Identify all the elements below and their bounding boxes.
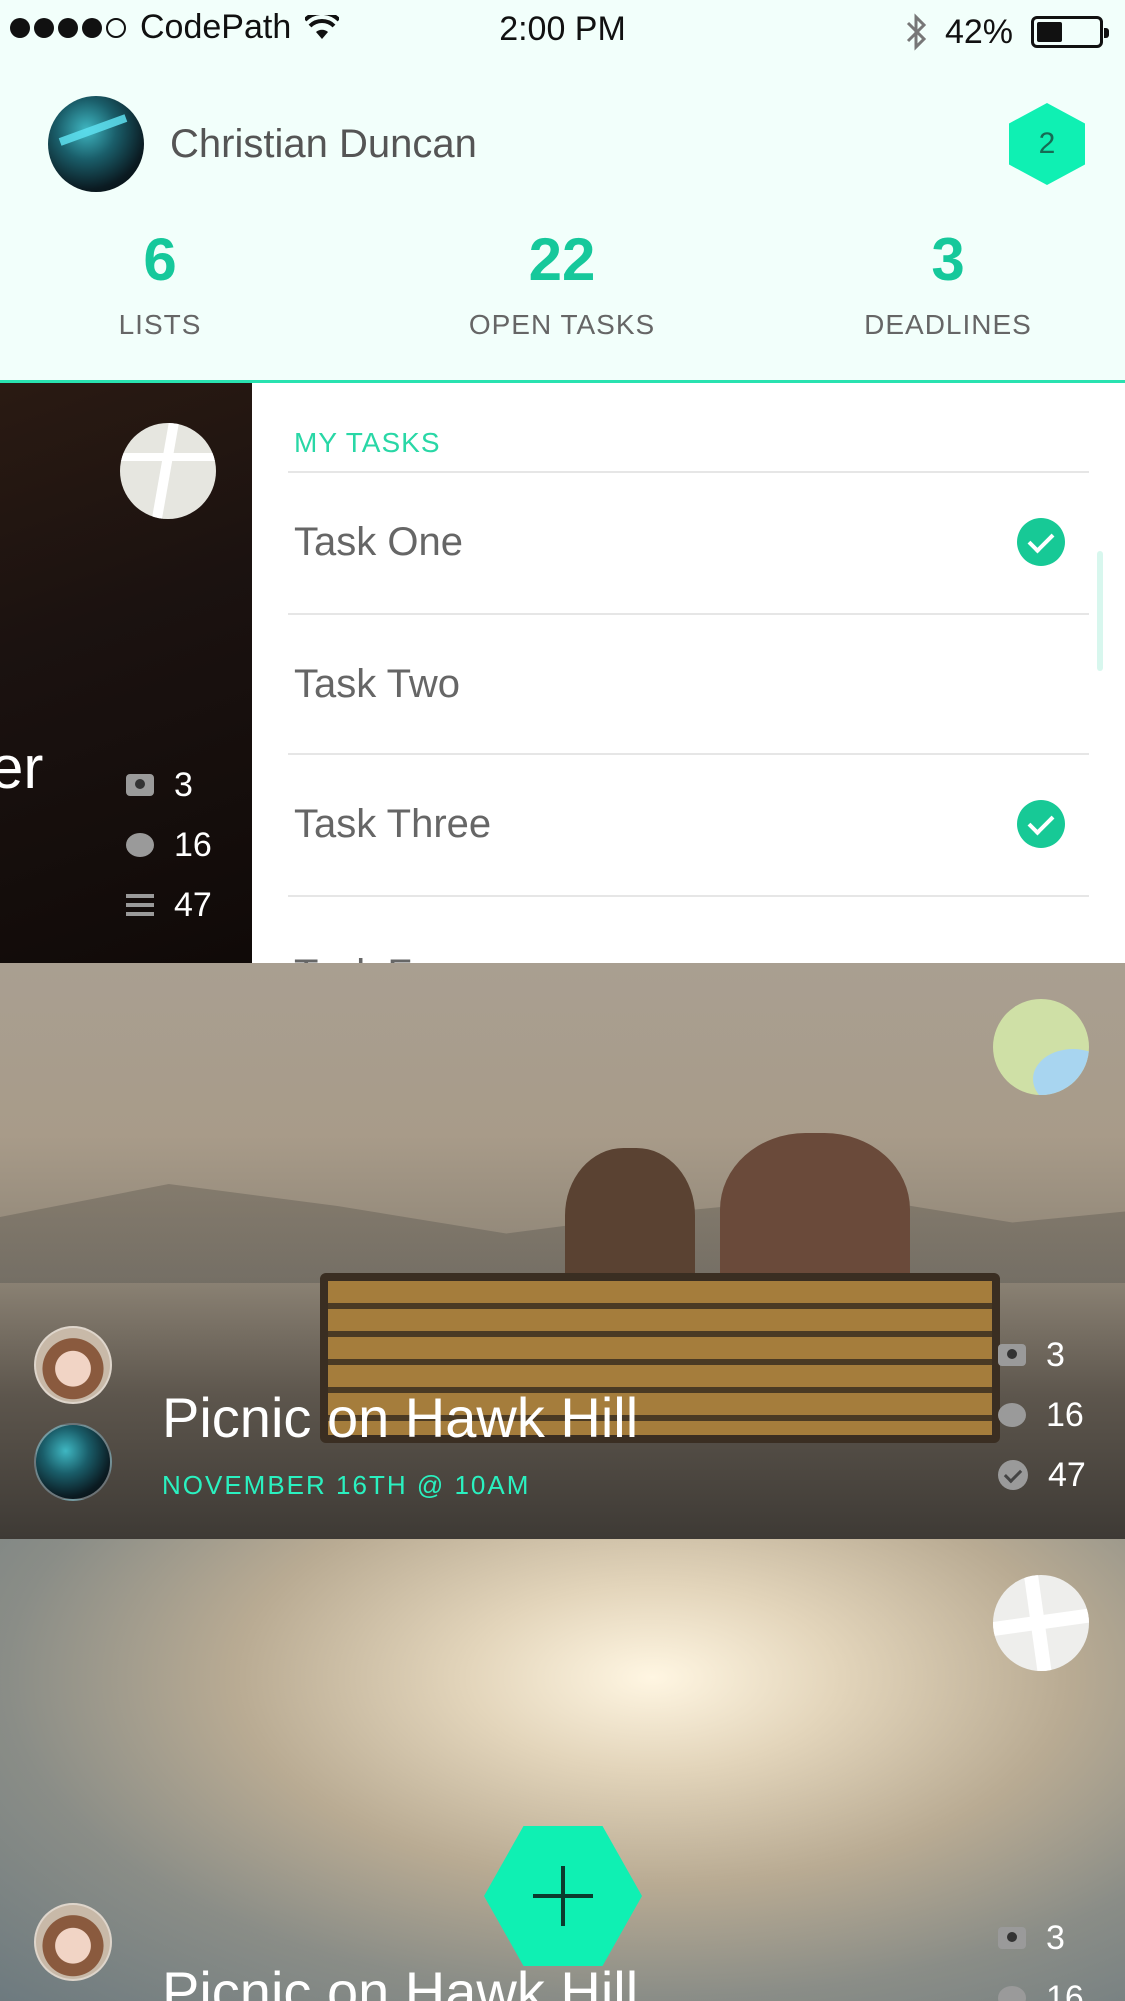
photos-count: 3 <box>1046 1918 1065 1957</box>
photos-count: 3 <box>1046 1335 1065 1374</box>
card-stats: 3 16 <box>998 1908 1084 2001</box>
avatar[interactable] <box>34 1903 112 1981</box>
stat-value: 22 <box>528 226 596 293</box>
stat-deadlines[interactable]: 3 DEADLINES <box>798 225 1098 341</box>
tasks-panel[interactable]: MY TASKS Task One Task Two Task Three Ta… <box>252 383 1125 963</box>
task-label: Task One <box>294 519 463 564</box>
camera-icon <box>998 1344 1026 1366</box>
card-stats: 3 16 47 <box>126 755 212 935</box>
items-count-row: 47 <box>126 875 212 935</box>
battery-icon <box>1031 16 1109 48</box>
comments-count-row: 16 <box>126 815 212 875</box>
profile-header[interactable]: Christian Duncan <box>48 96 477 192</box>
comments-count-row: 16 <box>998 1385 1086 1445</box>
plus-icon <box>533 1866 593 1926</box>
avatar[interactable] <box>48 96 144 192</box>
comments-count: 16 <box>174 825 212 864</box>
comments-count: 16 <box>1046 1978 1084 2001</box>
stats-bar: 6 LISTS 22 OPEN TASKS 3 DEADLINES <box>0 225 1125 345</box>
map-thumbnail[interactable] <box>993 999 1089 1095</box>
notification-badge[interactable]: 2 <box>1009 103 1085 185</box>
completed-count: 47 <box>1048 1455 1086 1494</box>
battery-percent: 42% <box>944 12 1013 51</box>
status-right: 42% <box>905 12 1109 52</box>
card-stats: 3 16 47 <box>998 1325 1086 1505</box>
stat-open-tasks[interactable]: 22 OPEN TASKS <box>412 225 712 341</box>
divider <box>288 895 1089 897</box>
background-photo <box>0 1184 1125 1283</box>
bluetooth-icon <box>906 13 927 51</box>
photos-count-row: 3 <box>998 1325 1086 1385</box>
card-title-fragment: er <box>0 734 44 801</box>
card-title: Picnic on Hawk Hill <box>162 1386 639 1449</box>
comments-count: 16 <box>1046 1395 1084 1434</box>
status-bar: CodePath 2:00 PM 42% <box>0 0 1125 62</box>
avatar[interactable] <box>34 1326 112 1404</box>
check-icon[interactable] <box>1017 800 1065 848</box>
task-row[interactable]: Task Four <box>288 905 1089 964</box>
stat-lists[interactable]: 6 LISTS <box>10 225 310 341</box>
photos-count-row: 3 <box>126 755 212 815</box>
stat-value: 3 <box>931 226 965 293</box>
map-thumbnail[interactable] <box>120 423 216 519</box>
task-label: Task Three <box>294 801 492 846</box>
task-label: Task Two <box>294 661 460 706</box>
stat-label: DEADLINES <box>864 309 1032 340</box>
comment-icon <box>998 1403 1026 1427</box>
comment-icon <box>998 1986 1026 2001</box>
task-row[interactable]: Task Two <box>288 615 1089 753</box>
stat-value: 6 <box>143 226 177 293</box>
check-icon[interactable] <box>1017 518 1065 566</box>
stat-label: OPEN TASKS <box>468 309 656 340</box>
battery-fill <box>1037 22 1062 42</box>
tasks-header: MY TASKS <box>294 427 441 458</box>
task-label: Task Four <box>288 952 470 964</box>
check-circle-icon <box>998 1460 1028 1490</box>
list-card-partial[interactable]: er 3 16 47 <box>0 383 252 963</box>
card-date: NOVEMBER 16TH @ 10AM <box>162 1470 531 1500</box>
task-row[interactable]: Task One <box>288 473 1089 611</box>
profile-name: Christian Duncan <box>170 121 477 166</box>
camera-icon <box>998 1927 1026 1949</box>
camera-icon <box>126 774 154 796</box>
scrollbar[interactable] <box>1097 551 1103 671</box>
event-card[interactable]: Picnic on Hawk Hill NOVEMBER 16TH @ 10AM… <box>0 963 1125 1539</box>
comment-icon <box>126 833 154 857</box>
avatar[interactable] <box>34 1423 112 1501</box>
items-count: 47 <box>174 885 212 924</box>
map-thumbnail[interactable] <box>993 1575 1089 1671</box>
comments-count-row: 16 <box>998 1968 1084 2001</box>
stat-label: LISTS <box>118 309 202 340</box>
completed-count-row: 47 <box>998 1445 1086 1505</box>
list-icon <box>126 894 154 916</box>
photos-count: 3 <box>174 765 193 804</box>
photos-count-row: 3 <box>998 1908 1084 1968</box>
task-row[interactable]: Task Three <box>288 755 1089 893</box>
